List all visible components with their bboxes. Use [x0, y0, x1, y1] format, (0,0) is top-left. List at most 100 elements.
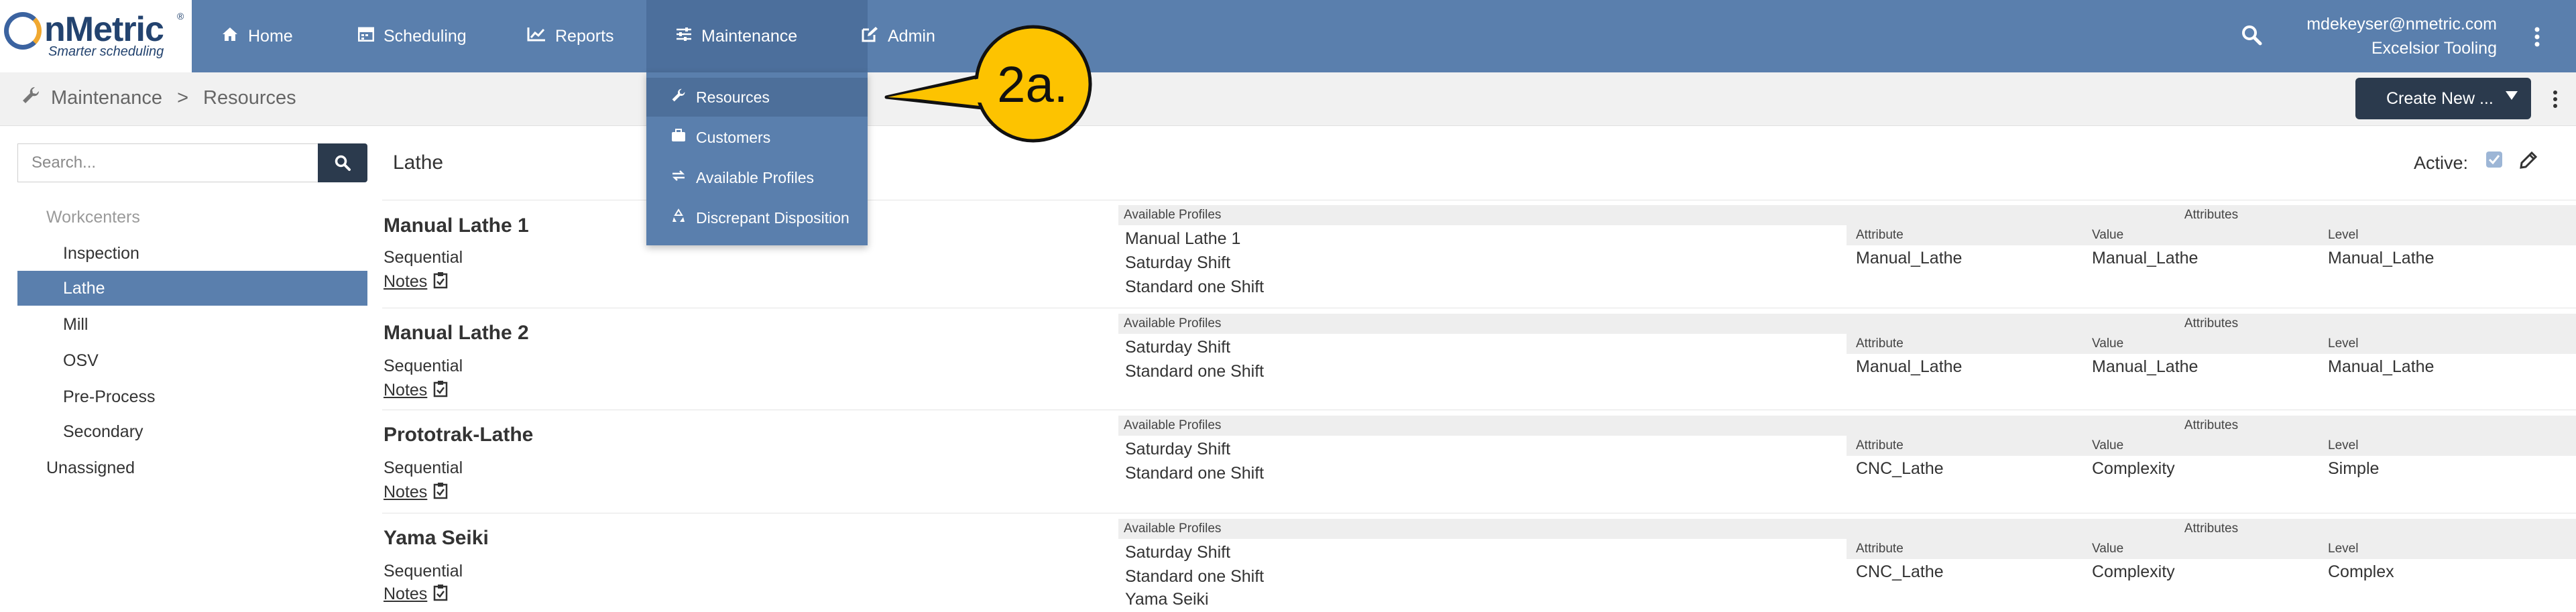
user-organization[interactable]: Excelsior Tooling — [2372, 39, 2497, 58]
profiles-header: Available Profiles — [1118, 416, 1847, 436]
attribute-cell: Manual_Lathe — [1856, 357, 1963, 376]
search-button-icon — [335, 155, 351, 171]
profile-item: Standard one Shift — [1125, 278, 1265, 296]
breadcrumb-maintenance[interactable]: Maintenance — [51, 87, 162, 109]
value-column-header: Value — [2092, 336, 2124, 351]
menu-item-discrepant-disposition[interactable]: Discrepant Disposition — [646, 198, 868, 237]
recycle-icon — [669, 208, 688, 227]
logo[interactable]: nMetric ® Smarter scheduling — [0, 0, 192, 72]
nav-home-label: Home — [248, 26, 293, 46]
chart-icon — [527, 27, 546, 46]
value-cell: Complexity — [2092, 562, 2175, 581]
resource-row[interactable]: Yama Seiki Sequential Notes Available Pr… — [382, 513, 2576, 612]
profile-item: Standard one Shift — [1125, 567, 1265, 586]
attribute-column-header: Attribute — [1856, 438, 1904, 452]
page-kebab-menu-icon[interactable] — [2551, 89, 2560, 109]
attribute-column-header: Attribute — [1856, 336, 1904, 351]
page-title: Lathe — [393, 151, 444, 174]
nav-reports-label: Reports — [555, 26, 614, 46]
level-cell: Manual_Lathe — [2328, 249, 2435, 267]
level-cell: Manual_Lathe — [2328, 357, 2435, 376]
attributes-header: Attributes — [1847, 416, 2576, 436]
menu-item-discrepant-disposition-label: Discrepant Disposition — [696, 208, 850, 227]
menu-item-available-profiles-label: Available Profiles — [696, 168, 815, 186]
menu-item-customers-label: Customers — [696, 128, 771, 146]
breadcrumb-separator: > — [177, 86, 188, 109]
attribute-cell: CNC_Lathe — [1856, 562, 1944, 581]
calendar-icon — [357, 27, 375, 46]
nav-admin-label: Admin — [888, 26, 935, 46]
level-cell: Complex — [2328, 562, 2394, 581]
nav-scheduling[interactable]: Scheduling — [357, 0, 467, 72]
resource-name[interactable]: Yama Seiki — [384, 527, 489, 550]
menu-item-customers[interactable]: Customers — [646, 118, 868, 157]
menu-item-resources[interactable]: Resources — [646, 78, 868, 117]
notes-link[interactable]: Notes — [384, 483, 427, 502]
active-checkbox[interactable] — [2486, 151, 2502, 168]
search-button[interactable] — [318, 143, 367, 182]
clipboard-check-icon[interactable] — [433, 271, 448, 289]
profile-item: Manual Lathe 1 — [1125, 229, 1241, 248]
clipboard-check-icon[interactable] — [433, 380, 448, 397]
attributes-header: Attributes — [1847, 205, 2576, 225]
clipboard-check-icon[interactable] — [433, 482, 448, 499]
attributes-columns: Attribute Value Level — [1847, 436, 2576, 456]
logo-mark-icon — [4, 12, 42, 50]
resource-name[interactable]: Prototrak-Lathe — [384, 424, 533, 446]
resource-type: Sequential — [384, 562, 463, 580]
resource-type: Sequential — [384, 458, 463, 477]
sidebar-item-pre-process[interactable]: Pre-Process — [17, 379, 367, 414]
logo-registered-mark: ® — [177, 11, 184, 21]
nav-reports[interactable]: Reports — [527, 0, 614, 72]
attributes-header: Attributes — [1847, 519, 2576, 539]
wrench-icon — [669, 88, 688, 107]
level-column-header: Level — [2328, 228, 2359, 242]
attributes-columns: Attribute Value Level — [1847, 334, 2576, 354]
nav-admin[interactable]: Admin — [861, 0, 935, 72]
sidebar-group-workcenters[interactable]: Workcenters — [17, 200, 367, 235]
nav-scheduling-label: Scheduling — [384, 26, 467, 46]
user-email[interactable]: mdekeyser@nmetric.com — [2306, 15, 2497, 34]
logo-tagline: Smarter scheduling — [48, 44, 164, 59]
value-cell: Complexity — [2092, 459, 2175, 478]
sidebar-item-mill[interactable]: Mill — [17, 307, 367, 342]
logo-name: nMetric — [44, 10, 164, 49]
profile-item: Saturday Shift — [1125, 440, 1231, 458]
kebab-menu-icon[interactable] — [2532, 25, 2542, 48]
resource-name[interactable]: Manual Lathe 2 — [384, 322, 529, 345]
exchange-icon — [669, 169, 688, 186]
search-icon[interactable] — [2240, 23, 2263, 46]
nav-maintenance[interactable]: Maintenance — [646, 0, 868, 72]
sidebar-item-osv[interactable]: OSV — [17, 343, 367, 378]
search-input[interactable] — [17, 143, 318, 182]
menu-item-resources-label: Resources — [696, 88, 770, 106]
nav-home[interactable]: Home — [221, 0, 293, 72]
sidebar-item-secondary[interactable]: Secondary — [17, 414, 367, 449]
profile-item: Saturday Shift — [1125, 543, 1231, 562]
profile-item: Standard one Shift — [1125, 362, 1265, 381]
value-column-header: Value — [2092, 438, 2124, 452]
clipboard-check-icon[interactable] — [433, 584, 448, 601]
resource-row[interactable]: Manual Lathe 2 Sequential Notes Availabl… — [382, 308, 2576, 410]
active-label: Active: — [2414, 153, 2469, 173]
breadcrumb: Maintenance > Resources — [21, 86, 296, 110]
level-column-header: Level — [2328, 438, 2359, 452]
notes-link[interactable]: Notes — [384, 585, 427, 604]
briefcase-icon — [669, 129, 688, 146]
value-cell: Manual_Lathe — [2092, 357, 2199, 376]
check-icon — [2488, 155, 2500, 165]
profiles-header: Available Profiles — [1118, 205, 1847, 225]
notes-link[interactable]: Notes — [384, 381, 427, 400]
sidebar-item-lathe[interactable]: Lathe — [17, 271, 367, 306]
pencil-icon[interactable] — [2518, 150, 2538, 170]
sidebar-item-inspection[interactable]: Inspection — [17, 236, 367, 271]
sidebar-item-unassigned[interactable]: Unassigned — [17, 450, 367, 485]
resource-name[interactable]: Manual Lathe 1 — [384, 215, 529, 237]
notes-link[interactable]: Notes — [384, 272, 427, 292]
attribute-column-header: Attribute — [1856, 228, 1904, 242]
menu-item-available-profiles[interactable]: Available Profiles — [646, 158, 868, 197]
create-new-button[interactable]: Create New ... — [2355, 78, 2531, 119]
resource-row[interactable]: Prototrak-Lathe Sequential Notes Availab… — [382, 410, 2576, 513]
profile-item: Standard one Shift — [1125, 464, 1265, 483]
sliders-icon — [676, 27, 692, 46]
